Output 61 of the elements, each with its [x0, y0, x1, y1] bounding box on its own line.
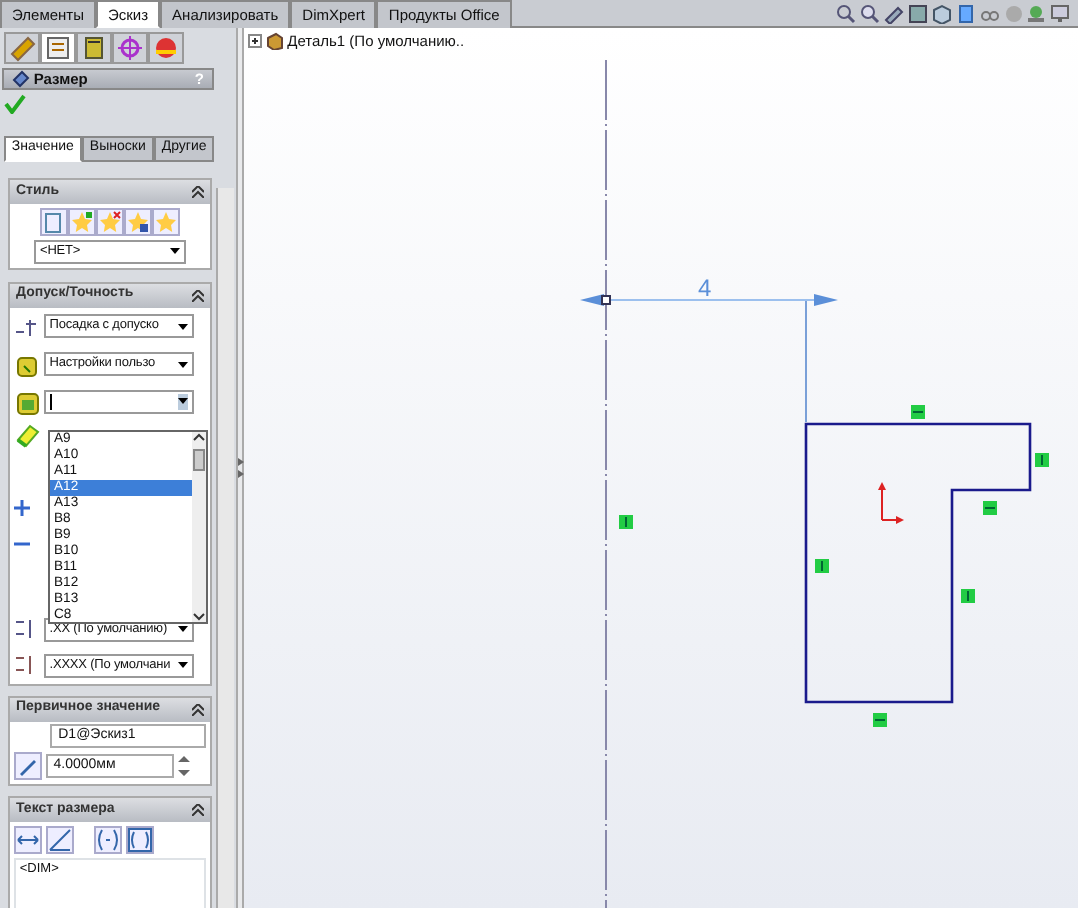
collapse-icon[interactable]: [192, 703, 204, 716]
scrollbar[interactable]: [216, 188, 234, 908]
panel-tab[interactable]: [111, 31, 148, 64]
pencil-icon: [17, 756, 38, 777]
checkmark-icon[interactable]: [3, 93, 26, 114]
monitor-icon[interactable]: [1050, 3, 1071, 23]
panel-tab[interactable]: [39, 31, 76, 64]
style-button[interactable]: [124, 207, 152, 236]
parentheses-icon: [127, 828, 151, 853]
origin-icon: [878, 482, 904, 524]
panel-tab[interactable]: [75, 31, 112, 64]
text-button[interactable]: [93, 826, 122, 855]
style-button[interactable]: [96, 207, 124, 236]
text-cursor: [49, 394, 52, 411]
relation-icon: [961, 589, 975, 603]
list-icon: [43, 33, 72, 62]
style-button[interactable]: [68, 207, 96, 236]
relation-icon: [873, 713, 887, 727]
crosshair-icon: [115, 33, 144, 62]
star-icon: [70, 209, 94, 234]
caret-icon: [177, 397, 188, 404]
text-button[interactable]: [45, 826, 74, 855]
panel-tab[interactable]: [3, 31, 40, 64]
pencil-icon[interactable]: [884, 3, 905, 23]
text-button[interactable]: [125, 826, 153, 855]
star-icon: [98, 209, 122, 234]
extension-line: [805, 299, 807, 423]
collapse-icon[interactable]: [192, 185, 204, 198]
plus-icon[interactable]: [13, 499, 30, 516]
zoom-icon[interactable]: [836, 3, 857, 23]
dimension-icon: [12, 69, 30, 88]
zoom-icon[interactable]: [860, 3, 881, 23]
sketch-profile[interactable]: [804, 422, 1032, 704]
style-button[interactable]: [40, 207, 68, 236]
relation-icon: [815, 559, 829, 573]
text-button[interactable]: [13, 826, 42, 855]
fit-field[interactable]: [43, 390, 194, 415]
collapse-icon[interactable]: [192, 289, 204, 302]
star-icon: [154, 209, 178, 234]
caret-icon: [177, 662, 188, 669]
part-icon: [265, 32, 284, 50]
scrollbar[interactable]: [192, 432, 206, 622]
caret-icon: [177, 323, 188, 330]
value-button[interactable]: [13, 752, 42, 781]
angle-icon: [47, 828, 72, 853]
collapse-icon[interactable]: [192, 804, 204, 817]
panel-tab[interactable]: [147, 31, 184, 64]
relation-icon: [983, 501, 997, 515]
relation-icon: [1035, 453, 1049, 467]
caret-icon: [170, 248, 180, 255]
parentheses-icon: [95, 828, 120, 853]
star-icon: [126, 209, 150, 234]
relation-icon: [619, 515, 633, 529]
eraser-icon: [13, 421, 40, 448]
document-icon: [42, 209, 66, 234]
pencil-icon: [7, 33, 36, 62]
expand-icon[interactable]: [247, 34, 262, 48]
caret-icon: [177, 361, 188, 368]
ball-icon: [151, 33, 180, 62]
dimension-line[interactable]: [580, 294, 838, 306]
relation-icon: [911, 405, 925, 419]
